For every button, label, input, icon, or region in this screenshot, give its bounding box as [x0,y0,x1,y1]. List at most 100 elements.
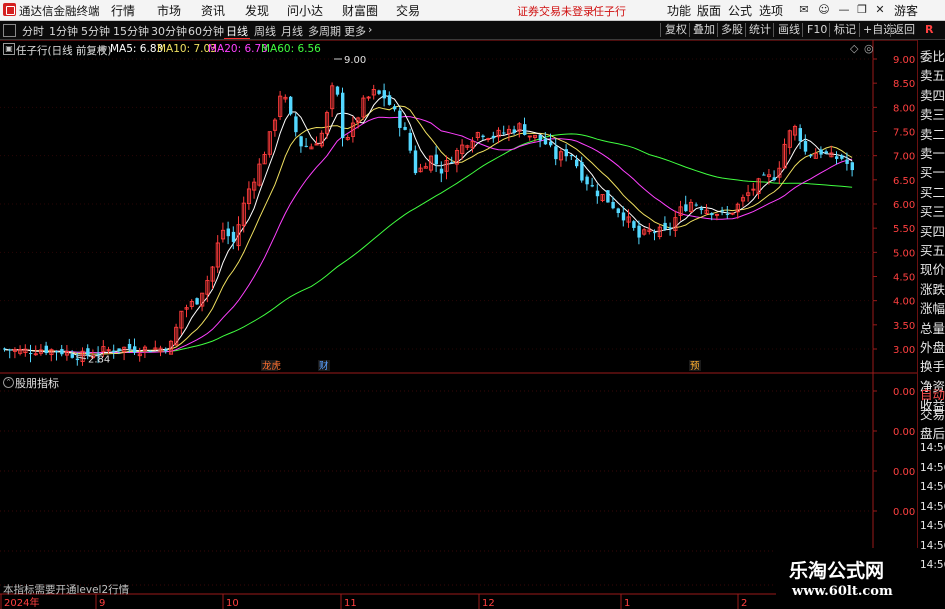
draw-line-button[interactable]: 画线 [778,22,800,37]
tab-weekly[interactable]: 周线 [254,23,276,39]
candle-down [835,156,839,159]
chart-grid [0,40,917,609]
tab-more[interactable]: 更多 [344,23,366,39]
menu-shichang[interactable]: 市场 [157,2,181,19]
tab-monthly[interactable]: 月线 [281,23,303,39]
candle-down [653,232,657,234]
tab-daily[interactable]: 日线 [226,23,248,39]
candle-down [549,141,553,146]
menu-gongshi[interactable]: 公式 [728,2,752,19]
candle-down [117,348,121,351]
trade-label[interactable]: 自动 [920,384,945,403]
toolbar-divider [802,23,803,37]
menu-wenxiaoda[interactable]: 问小达 [287,2,323,19]
quote-label: 买三 [920,204,945,220]
menu-faxian[interactable]: 发现 [245,2,269,19]
quote-label: 委比 [920,49,945,64]
indicator-notice: 本指标需要开通level2行情 [3,584,130,596]
fuquan-button[interactable]: 复权 [665,22,687,37]
app-logo-icon [3,3,16,16]
menu-jiaoyi[interactable]: 交易 [396,2,420,19]
menu-gongneng[interactable]: 功能 [667,2,691,19]
ma20-line [4,115,853,354]
restore-icon[interactable]: ❐ [854,2,870,17]
date-label: 1 [624,598,630,609]
menu-caifuquan[interactable]: 财富圈 [342,2,378,19]
tab-1min[interactable]: 1分钟 [49,23,78,39]
candle-down [632,221,636,228]
quote-label: 总量 [920,320,945,336]
date-label: 2024年 [4,596,39,609]
date-label: 10 [226,598,239,609]
candle-down [481,135,485,138]
candle-down [798,128,802,142]
user-icon[interactable]: ☺ [816,2,832,17]
toolbar-divider [773,23,774,37]
tab-fenshi[interactable]: 分时 [22,23,44,39]
tab-multi-period[interactable]: 多周期 [308,23,341,39]
quote-label: 卖三 [920,107,945,123]
candle-down [387,95,392,105]
candle-down [8,349,12,351]
login-notice[interactable]: 证券交易未登录 [517,3,594,19]
menu-hangqing[interactable]: 行情 [111,2,135,19]
candle-down [606,190,610,203]
price-tick-label: 3.50 [893,321,915,332]
r-badge[interactable]: R [925,22,933,37]
f10-button[interactable]: F10 [807,22,827,37]
candle-down [663,222,667,230]
candle-down [840,155,844,159]
candle-down [543,138,548,145]
chart-option-icon[interactable]: ◇ [850,42,858,55]
candle-down [637,225,641,238]
quote-label: 买五 [920,243,945,258]
menu-banmian[interactable]: 版面 [697,2,721,19]
back-button[interactable]: 返回 [893,22,915,37]
overlay-button[interactable]: 叠加 [693,22,715,37]
guest-label[interactable]: 游客 [894,2,918,19]
indicator-collapse-icon[interactable]: ⌃ [3,377,14,388]
menu-xuanxiang[interactable]: 选项 [759,2,783,19]
title-bar: 通达信金融终端 行情 市场 资讯 发现 问小达 财富圈 交易 证券交易未登录 任… [0,0,945,21]
message-icon[interactable]: ✉ [796,2,812,17]
toolbar-divider [859,23,860,37]
moving-average-lines [4,94,853,357]
toolbar-divider [890,23,891,37]
indicator-tick-label: 0.00 [893,507,915,518]
candle-down [299,136,303,147]
candle-down [523,124,527,135]
chart-zoom-icon[interactable]: ◎ [864,42,874,55]
more-chevron-icon[interactable]: › [368,23,372,36]
tab-60min[interactable]: 60分钟 [188,23,224,39]
toolbar-divider [829,23,830,37]
multi-stock-button[interactable]: 多股 [721,22,743,37]
trade-time: 14:56 [920,481,945,493]
menu-zixun[interactable]: 资讯 [201,2,225,19]
candle-down [393,106,397,110]
kline-chart[interactable]: 9.00 8.50 8.00 7.50 7.00 6.50 6.00 5.50 5.00 4.50… [0,40,917,609]
candle-down [133,346,137,353]
candle-down [408,132,412,151]
candle-down [616,208,620,214]
chart-collapse-icon[interactable]: ▣ [3,43,15,55]
price-tick-label: 4.00 [893,297,915,308]
panel-toggle-icon[interactable] [3,24,16,37]
close-icon[interactable]: ✕ [872,2,888,17]
candle-down [720,210,724,212]
candle-down [684,204,688,212]
tab-15min[interactable]: 15分钟 [113,23,149,39]
quote-label: 卖五 [920,68,945,84]
price-tick-label: 7.50 [893,128,915,139]
candle-down [824,151,828,154]
candle-down [491,135,496,139]
minimize-icon[interactable]: — [836,2,852,17]
candle-down [611,201,615,209]
tab-5min[interactable]: 5分钟 [81,23,110,39]
candle-down [585,176,589,185]
tab-30min[interactable]: 30分钟 [151,23,187,39]
ma-settings-icon[interactable]: ◉ [99,44,107,54]
price-tick-label: 6.50 [893,176,915,187]
statistics-button[interactable]: 统计 [749,22,771,37]
mark-button[interactable]: 标记 [834,22,856,37]
quote-label: 买二 [920,184,945,200]
